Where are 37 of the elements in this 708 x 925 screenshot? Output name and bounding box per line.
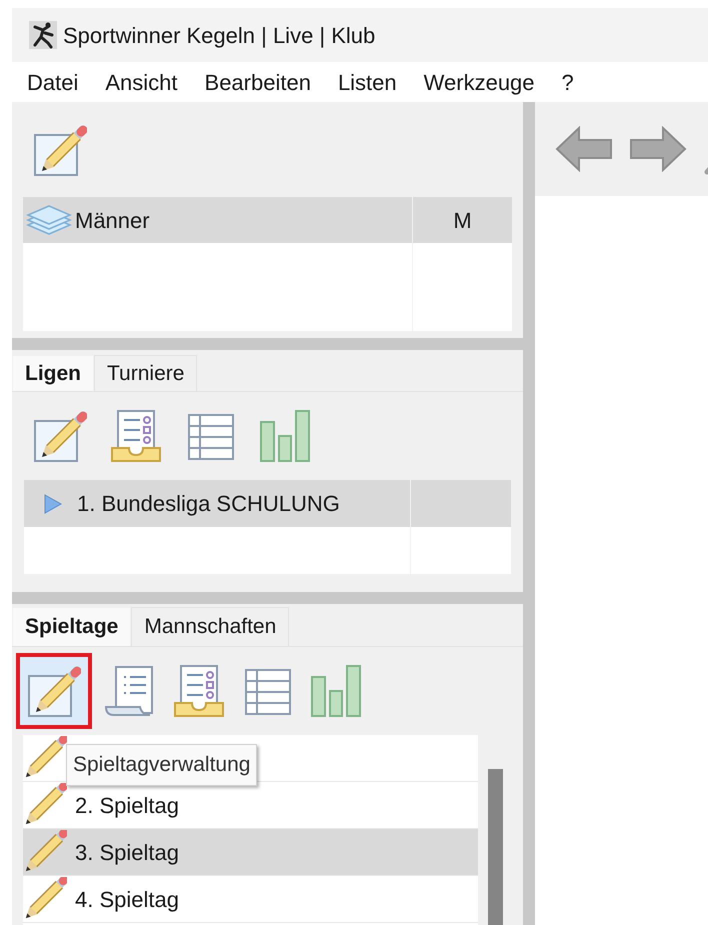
bar-chart-icon [259, 409, 311, 463]
pencil-icon [23, 736, 67, 780]
scrollbar-thumb[interactable] [488, 769, 503, 925]
pencil-icon [23, 783, 67, 827]
bar-chart-icon [310, 664, 362, 718]
document-list-icon [104, 663, 156, 719]
window-title: Sportwinner Kegeln | Live | Klub [63, 22, 376, 50]
table-grid-icon [244, 666, 292, 716]
list-item[interactable]: 4. Spieltag [23, 876, 478, 923]
right-arrow-icon [629, 126, 687, 172]
tab[interactable]: Ligen [12, 355, 94, 391]
table-cell: M [412, 197, 512, 243]
pencil-icon [23, 877, 67, 921]
left-arrow-icon [555, 126, 613, 172]
pencil-icon [23, 830, 67, 874]
tooltip: Spieltagverwaltung [66, 744, 258, 786]
table-row[interactable]: Männer M [23, 197, 512, 243]
table-row[interactable]: 1. Bundesliga SCHULUNG [24, 480, 511, 527]
table-cell-text: 1. Bundesliga SCHULUNG [77, 490, 340, 518]
list-tray-icon [111, 408, 163, 464]
list-tray-icon [174, 663, 226, 719]
table-grid-icon [187, 411, 235, 461]
tab[interactable]: Spieltage [12, 607, 132, 646]
menu-item[interactable]: Werkzeuge [424, 66, 535, 98]
menu-item[interactable]: Datei [27, 66, 78, 98]
app-logo-icon [29, 21, 57, 49]
list-item[interactable]: 3. Spieltag [23, 829, 478, 876]
list-item[interactable]: 2. Spieltag [23, 782, 478, 829]
menu-item[interactable]: Listen [338, 66, 397, 98]
tab[interactable]: Mannschaften [131, 607, 290, 646]
expand-triangle-icon[interactable] [43, 494, 63, 514]
menu-item[interactable]: Ansicht [105, 66, 178, 98]
tab[interactable]: Turniere [94, 355, 198, 391]
table-cell-text: Männer [75, 206, 150, 234]
menu-item[interactable]: ? [562, 66, 574, 98]
menu-item[interactable]: Bearbeiten [204, 66, 311, 98]
edit-pencil-button[interactable] [16, 653, 92, 729]
